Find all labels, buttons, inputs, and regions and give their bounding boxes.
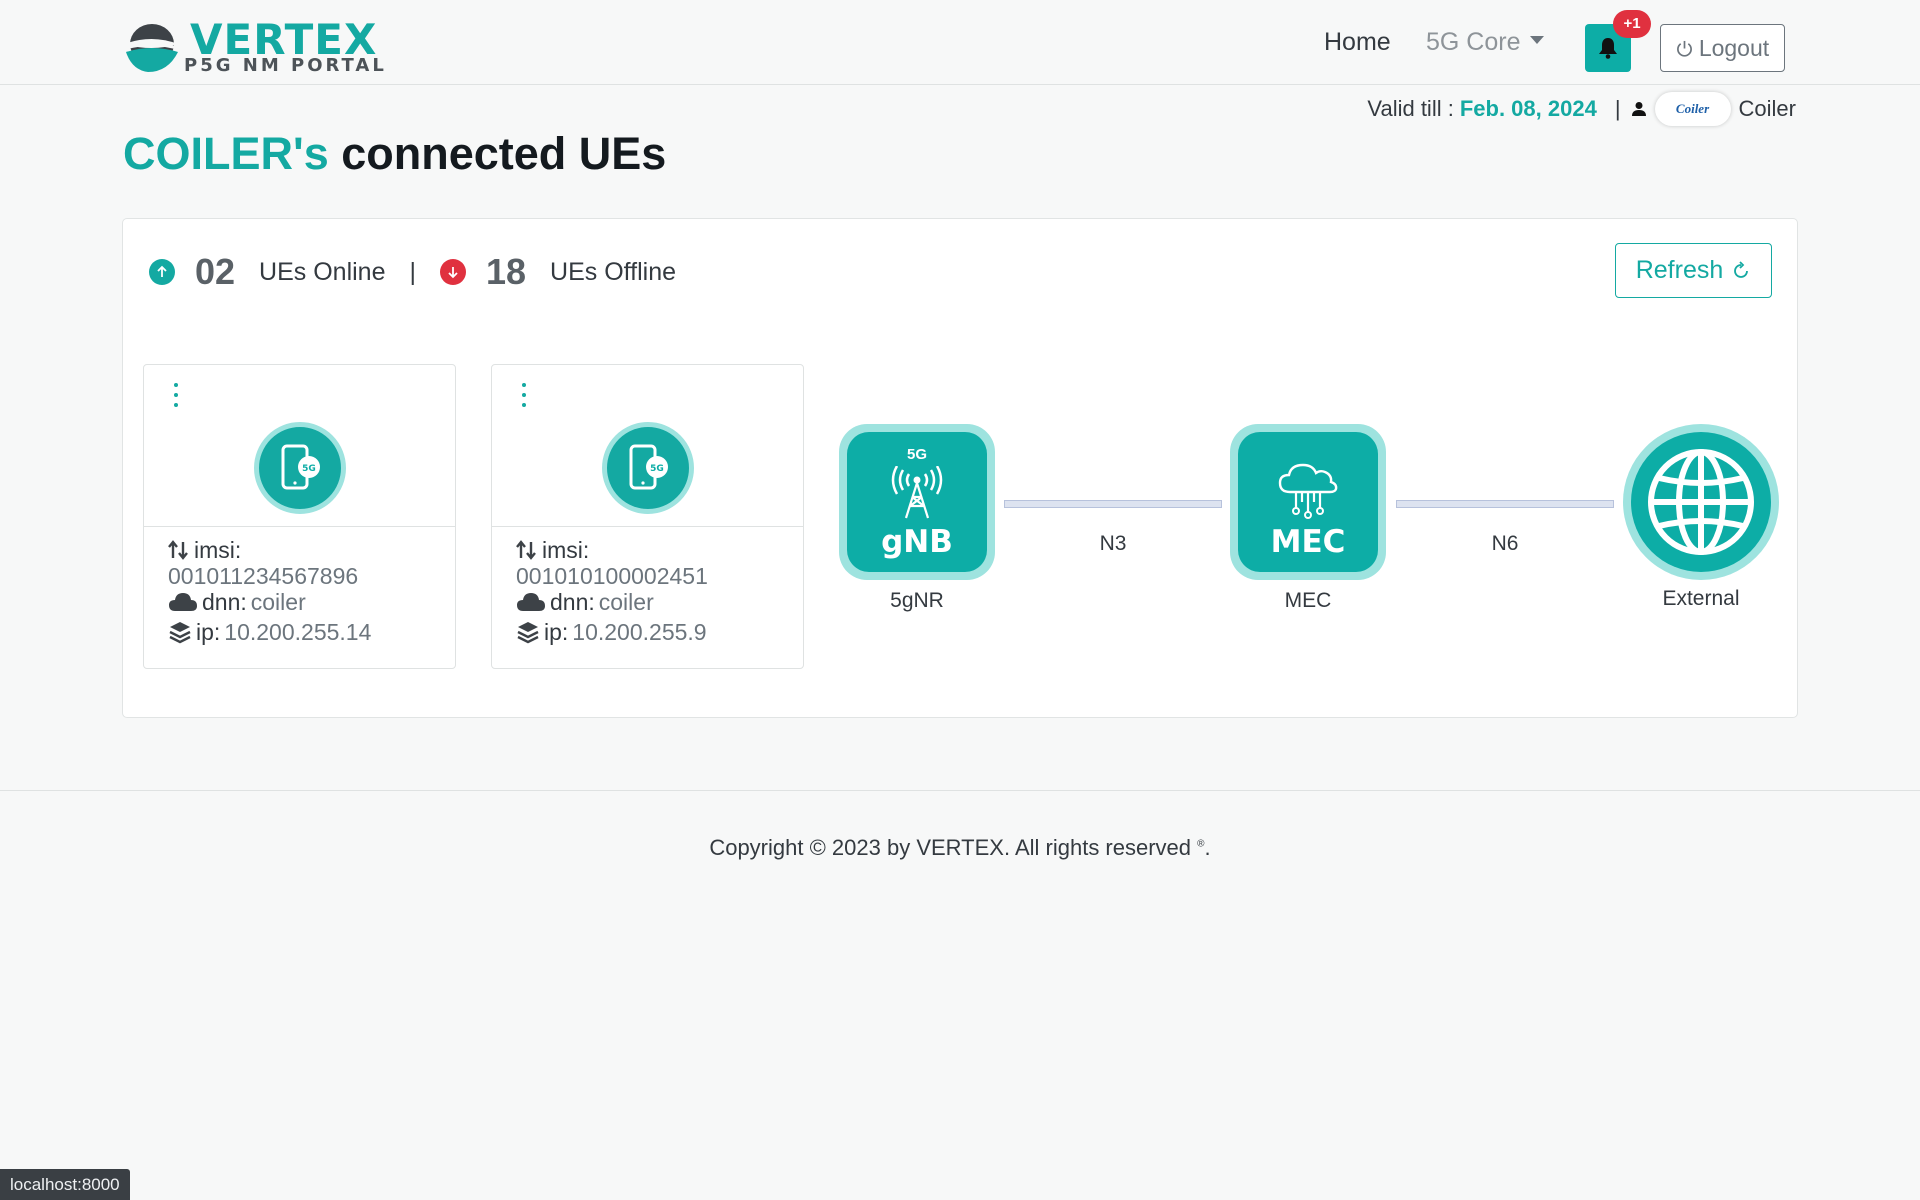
- refresh-button[interactable]: Refresh: [1615, 243, 1772, 298]
- online-label: UEs Online: [259, 257, 386, 286]
- kebab-menu-icon[interactable]: [520, 383, 528, 407]
- sort-icon: [168, 540, 188, 560]
- svg-text:5G: 5G: [650, 464, 664, 474]
- ip-label: ip:: [196, 619, 221, 645]
- gnb-label: 5gNR: [890, 589, 944, 612]
- layers-icon: [169, 622, 191, 644]
- n6-link: [1396, 500, 1614, 508]
- ip-value: 10.200.255.9: [572, 619, 707, 645]
- ue-overview-card: 02 UEs Online | 18 UEs Offline Refresh 5…: [122, 218, 1798, 718]
- cloud-icon: [517, 593, 545, 611]
- username[interactable]: Coiler: [1739, 96, 1796, 122]
- external-node[interactable]: [1623, 424, 1779, 580]
- navbar: VERTEX P5G NM PORTAL Home 5G Core +1 Log…: [0, 0, 1920, 85]
- logout-label: Logout: [1698, 34, 1770, 61]
- globe-icon: [1648, 449, 1754, 555]
- imsi-value: 001010100002451: [516, 563, 708, 589]
- antenna-tower-icon: [891, 466, 943, 519]
- layers-icon: [517, 622, 539, 644]
- bell-icon: [1599, 38, 1617, 59]
- dnn-value: coiler: [250, 589, 306, 615]
- online-count: 02: [195, 251, 236, 292]
- footer-divider: [0, 790, 1920, 791]
- valid-till-label: Valid till :: [1367, 96, 1454, 121]
- page-title-rest: connected UEs: [341, 128, 667, 179]
- imsi-label: imsi:: [542, 537, 590, 563]
- vertex-logo-icon: [122, 24, 180, 72]
- refresh-label: Refresh: [1635, 256, 1724, 284]
- ue-card-divider: [492, 526, 803, 527]
- sort-icon: [516, 540, 536, 560]
- phone-5g-icon: 5G: [281, 444, 320, 490]
- mec-node[interactable]: MEC: [1230, 424, 1386, 580]
- chevron-down-icon: [1530, 36, 1545, 45]
- mec-label: MEC: [1284, 589, 1332, 612]
- power-icon: [1676, 40, 1692, 57]
- offline-count: 18: [486, 251, 527, 292]
- stats-separator: |: [409, 257, 417, 286]
- cloud-icon: [169, 593, 197, 611]
- gnb-title: gNB: [881, 524, 953, 560]
- ip-value: 10.200.255.14: [224, 619, 372, 645]
- dnn-label: dnn:: [550, 589, 595, 615]
- valid-till-date: Feb. 08, 2024: [1459, 96, 1597, 121]
- nav-5g-core-dropdown[interactable]: 5G Core: [1426, 28, 1545, 57]
- user-icon: [1631, 102, 1646, 116]
- footer-copyright: Copyright © 2023 by VERTEX. All rights r…: [709, 835, 1192, 860]
- imsi-value: 001011234567896: [168, 563, 359, 589]
- mec-title: MEC: [1270, 524, 1346, 560]
- cloud-network-icon: [1278, 463, 1338, 519]
- kebab-menu-icon[interactable]: [172, 383, 180, 407]
- gnb-badge: 5G: [906, 446, 927, 463]
- ip-label: ip:: [544, 619, 569, 645]
- page-title-org: COILER's: [123, 128, 329, 179]
- browser-status-url: localhost:8000: [0, 1169, 130, 1200]
- ue-device-avatar: 5G: [254, 422, 346, 514]
- brand-subtitle: P5G NM PORTAL: [184, 55, 387, 76]
- ue-device-avatar: 5G: [602, 422, 694, 514]
- arrow-up-circle-icon: [149, 259, 175, 285]
- dnn-value: coiler: [598, 589, 654, 615]
- notification-count-badge: +1: [1613, 10, 1651, 38]
- ue-card-divider: [144, 526, 455, 527]
- brand-logo[interactable]: VERTEX P5G NM PORTAL: [122, 18, 384, 78]
- footer-suffix: .: [1204, 835, 1211, 860]
- arrow-down-circle-icon: [440, 259, 466, 285]
- ue-details: imsi: 001011234567896 dnn: coiler ip: 10…: [168, 537, 371, 645]
- svg-text:5G: 5G: [302, 464, 316, 474]
- footer: Copyright © 2023 by VERTEX. All rights r…: [0, 835, 1920, 861]
- external-label: External: [1662, 587, 1740, 610]
- dnn-label: dnn:: [202, 589, 247, 615]
- nav-5g-core-label: 5G Core: [1426, 28, 1521, 56]
- org-logo: Coiler: [1654, 92, 1731, 126]
- n3-label: N3: [1099, 532, 1127, 555]
- phone-5g-icon: 5G: [629, 444, 668, 490]
- imsi-label: imsi:: [194, 537, 242, 563]
- nav-home-link[interactable]: Home: [1324, 28, 1391, 57]
- ue-card[interactable]: 5G imsi: 001010100002451 dnn: coiler ip:…: [491, 364, 804, 669]
- page-title: COILER's connected UEs: [123, 128, 666, 180]
- account-info: Valid till : Feb. 08, 2024 | Coiler Coil…: [1367, 92, 1796, 126]
- n3-link: [1004, 500, 1222, 508]
- offline-label: UEs Offline: [550, 257, 677, 286]
- ue-card[interactable]: 5G imsi: 001011234567896 dnn: coiler ip:…: [143, 364, 456, 669]
- gnb-node[interactable]: 5G gNB: [839, 424, 995, 580]
- ue-details: imsi: 001010100002451 dnn: coiler ip: 10…: [516, 537, 708, 645]
- refresh-icon: [1734, 260, 1749, 278]
- account-separator: |: [1614, 96, 1621, 121]
- registered-mark: ®: [1197, 838, 1205, 850]
- n6-label: N6: [1491, 532, 1519, 555]
- ue-stats: 02 UEs Online | 18 UEs Offline: [149, 251, 676, 293]
- logout-button[interactable]: Logout: [1660, 24, 1785, 72]
